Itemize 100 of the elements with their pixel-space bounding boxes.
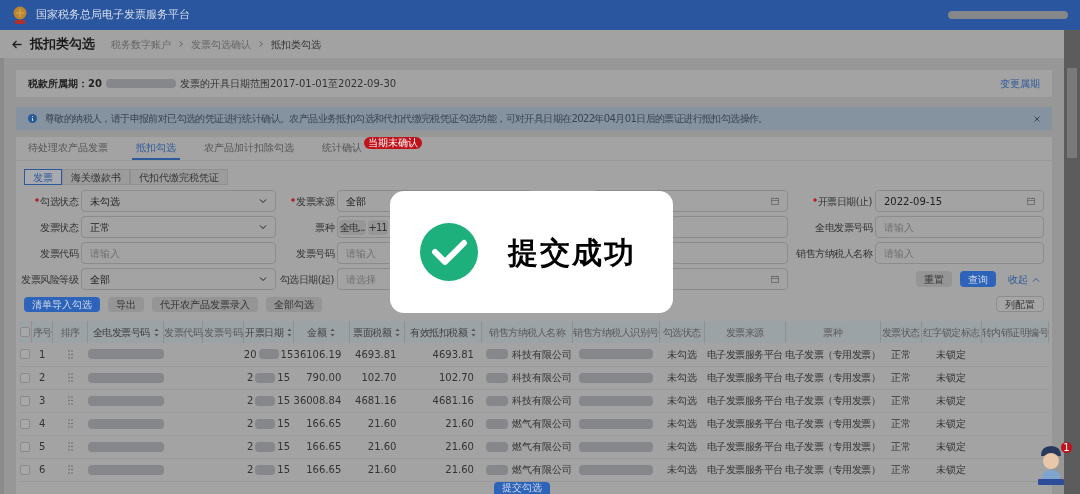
scrollbar[interactable] [1064, 30, 1080, 494]
sort-icon[interactable] [153, 327, 159, 337]
checkbox[interactable] [20, 327, 31, 337]
sort-icon[interactable] [471, 327, 477, 337]
column-header: 红字锁定标志 [922, 325, 980, 340]
change-period-link[interactable]: 变更属期 [1000, 76, 1040, 91]
table-cell: 电子发票服务平台 [706, 372, 783, 383]
table-cell-text: 2 [246, 394, 254, 408]
table-cell: 21.60 [367, 464, 397, 475]
field-label: 勾选状态 [34, 193, 78, 209]
action-button[interactable]: 清单导入勾选 [24, 296, 100, 312]
table-cell-text: 15 [277, 394, 291, 408]
field-label: 发票状态 [40, 220, 78, 235]
calendar-icon [771, 275, 779, 283]
table-cell: 4693.81 [432, 348, 474, 360]
table-cell: 4681.16 [432, 395, 474, 406]
calendar-icon [1027, 197, 1035, 205]
drag-handle-icon[interactable] [67, 419, 73, 428]
table-cell: 正常 [890, 464, 911, 475]
column-header: 票种 [823, 325, 843, 340]
search-button[interactable]: 查询 [960, 271, 996, 287]
table-cell: 2 [39, 372, 46, 383]
checkbox[interactable] [20, 464, 31, 475]
chevron-down-icon [259, 198, 267, 204]
tab[interactable]: 抵扣勾选 [132, 137, 180, 160]
blurred-block [258, 349, 279, 360]
blurred-block [485, 372, 508, 383]
table-cell: 电子发票（专用发票） [785, 372, 881, 383]
column-config-button[interactable]: 列配置 [996, 296, 1044, 312]
mascot-icon[interactable] [1036, 444, 1066, 486]
chevron-up-icon [1032, 276, 1040, 282]
select-field[interactable]: 未勾选 [81, 190, 276, 212]
checkbox[interactable] [20, 372, 31, 383]
column-header: 票面税额 [353, 325, 392, 340]
table-cell: 电子发票（专用发票） [785, 464, 881, 475]
table-cell-text: 15 [277, 440, 291, 454]
select-field[interactable]: 全部 [81, 268, 276, 290]
tab-badge: 当期未确认 [364, 137, 422, 149]
date-field[interactable]: 2022-09-15 [875, 190, 1044, 212]
blurred-block [255, 395, 276, 406]
table-cell-text: 2 [246, 371, 254, 385]
sort-icon[interactable] [287, 327, 293, 337]
table-cell: 1 [39, 348, 46, 360]
drag-handle-icon[interactable] [67, 396, 73, 405]
table-cell: 未勾选 [666, 372, 697, 383]
sort-icon[interactable] [395, 327, 401, 337]
segment-tab[interactable]: 海关缴款书 [62, 169, 130, 185]
table-cell: 5 [39, 441, 46, 452]
action-button[interactable]: 代开农产品发票录入 [152, 296, 258, 312]
column-header: 序号 [32, 325, 52, 340]
field-label: 全电发票号码 [815, 220, 872, 235]
breadcrumb-item: 抵扣类勾选 [271, 37, 321, 52]
segment-tab[interactable]: 代扣代缴完税凭证 [130, 169, 228, 185]
table-cell: 36106.19 [293, 348, 342, 360]
blurred-block [485, 418, 508, 429]
sort-icon[interactable] [330, 327, 336, 337]
chevron-down-icon [259, 276, 267, 282]
column-header: 排序 [60, 325, 80, 340]
submit-button[interactable]: 提交勾选 [494, 482, 550, 494]
checkbox[interactable] [20, 395, 31, 406]
reset-button[interactable]: 重置 [916, 271, 952, 287]
table-cell: 4681.16 [355, 395, 397, 406]
table-cell: 21.60 [445, 418, 474, 429]
blurred-block [255, 441, 276, 452]
checkbox[interactable] [20, 441, 31, 452]
tag: +11 [367, 219, 388, 235]
table-cell-text: 科技有限公司 [511, 347, 572, 362]
segment-tab[interactable]: 发票 [24, 169, 62, 185]
table-cell: 正常 [890, 348, 911, 360]
tab[interactable]: 农产品加计扣除勾选 [200, 137, 298, 160]
table-cell: 未锁定 [936, 372, 967, 383]
drag-handle-icon[interactable] [67, 465, 73, 474]
drag-handle-icon[interactable] [67, 373, 73, 382]
table-cell: 未勾选 [666, 464, 697, 475]
tab[interactable]: 统计确认 [318, 137, 366, 160]
tab[interactable]: 待处理农产品发票 [24, 137, 112, 160]
checkbox[interactable] [20, 418, 31, 429]
blurred-block [485, 349, 508, 360]
column-header: 发票号码 [204, 325, 243, 340]
field-label: 发票风险等级 [21, 272, 78, 287]
field-label: 发票代码 [40, 246, 78, 261]
action-button[interactable]: 导出 [108, 296, 144, 312]
collapse-button[interactable]: 收起 [1004, 271, 1044, 287]
table-cell: 正常 [890, 418, 911, 429]
drag-handle-icon[interactable] [67, 349, 73, 359]
close-icon[interactable] [1034, 115, 1040, 122]
action-button[interactable]: 全部勾选 [266, 296, 322, 312]
table-cell: 4 [39, 418, 46, 429]
drag-handle-icon[interactable] [67, 442, 73, 451]
back-arrow-icon[interactable] [12, 39, 22, 49]
checkbox[interactable] [20, 349, 31, 360]
select-field[interactable]: 正常 [81, 216, 276, 238]
table-cell: 166.65 [306, 464, 342, 475]
table-cell: 未勾选 [666, 348, 697, 360]
column-header: 发票状态 [881, 325, 920, 340]
field-label: 开票日期(止) [811, 193, 872, 209]
column-header: 转内销证明编号 [981, 325, 1048, 340]
calendar-icon [771, 197, 779, 205]
emblem-logo-icon [12, 5, 28, 25]
table-cell-text: 燃气有限公司 [511, 440, 572, 454]
